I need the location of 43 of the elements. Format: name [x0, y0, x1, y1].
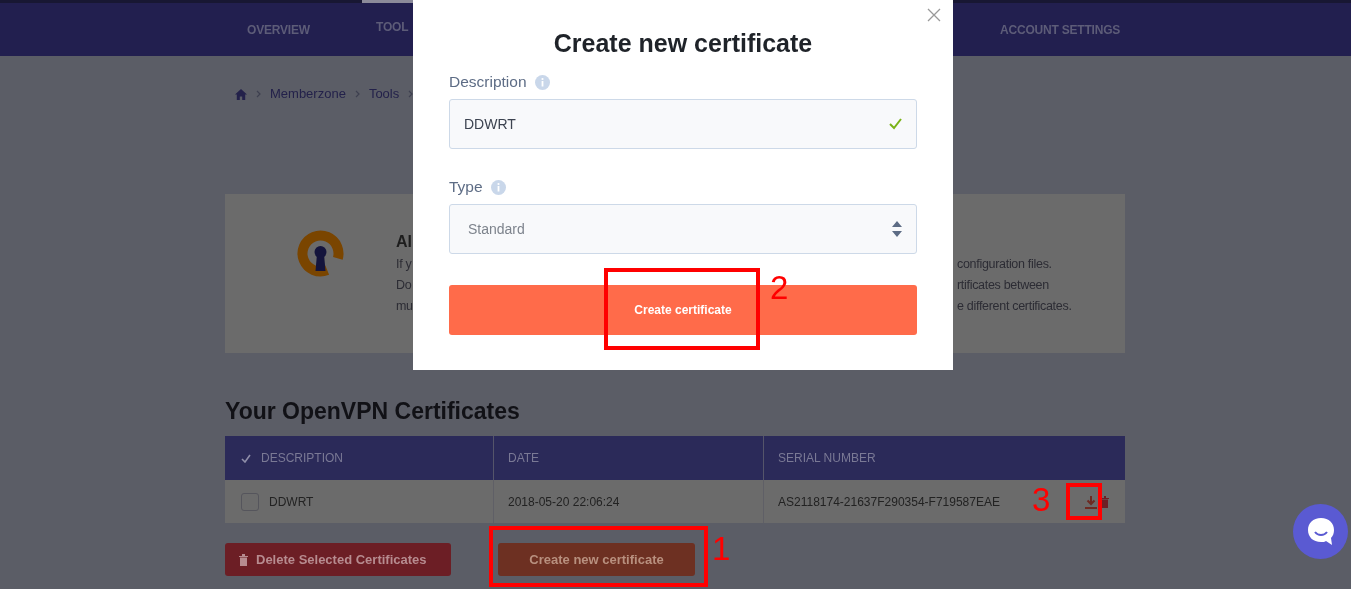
check-icon: [241, 453, 251, 463]
download-icon: [1084, 494, 1098, 509]
chevron-icon: [408, 90, 414, 98]
section-title: Your OpenVPN Certificates: [225, 397, 521, 426]
keyhole-logo-icon: [297, 230, 344, 277]
home-icon: [235, 88, 247, 100]
type-select[interactable]: Standard: [449, 204, 917, 254]
column-header: SERIAL NUMBER: [778, 450, 876, 467]
column-header: DATE: [508, 450, 540, 467]
nav-tab[interactable]: OVERVIEW: [247, 3, 310, 56]
info-text: e different certificates.: [957, 298, 1073, 315]
breadcrumb-link[interactable]: Tools: [368, 84, 400, 104]
field-label: Description: [449, 72, 527, 93]
nav-tab[interactable]: ACCOUNT SETTINGS: [1000, 3, 1121, 56]
close-icon: [927, 7, 941, 22]
breadcrumb-link[interactable]: Memberzone: [270, 84, 346, 104]
chat-icon: [1305, 515, 1336, 548]
annotation-frame: [1066, 483, 1102, 520]
info-text: rtificates between: [957, 277, 1050, 294]
info-icon: [490, 179, 506, 195]
column-header: DESCRIPTION: [261, 450, 343, 467]
sort-arrows-icon: [892, 221, 902, 237]
create-button[interactable]: Create new certificate: [498, 543, 695, 576]
table-cell-text: 2018-05-20 22:06:24: [508, 493, 620, 511]
chat-button[interactable]: [1293, 504, 1348, 559]
chevron-icon: [256, 90, 261, 98]
info-text: mu: [396, 298, 411, 315]
dialog-title: Create new certificate: [552, 28, 814, 58]
field-label: Type: [449, 177, 483, 198]
annotation-number: 1: [712, 531, 731, 567]
delete-button[interactable]: Delete Selected Certificates: [225, 543, 451, 576]
info-text: If y: [396, 256, 411, 273]
trash-icon: [1101, 495, 1109, 508]
info-icon: [534, 74, 550, 90]
chevron-icon: [354, 90, 360, 98]
annotation-number: 3: [1032, 482, 1051, 518]
info-text: configuration files.: [957, 256, 1053, 273]
table-cell-text: DDWRT: [269, 493, 314, 511]
description-field[interactable]: DDWRT: [449, 99, 917, 149]
trash-icon: [239, 553, 248, 566]
table-cell-text: AS2118174-21637F290354-F719587EAE: [778, 493, 1000, 511]
info-text: Do: [396, 277, 411, 294]
info-title: Al: [396, 232, 411, 252]
